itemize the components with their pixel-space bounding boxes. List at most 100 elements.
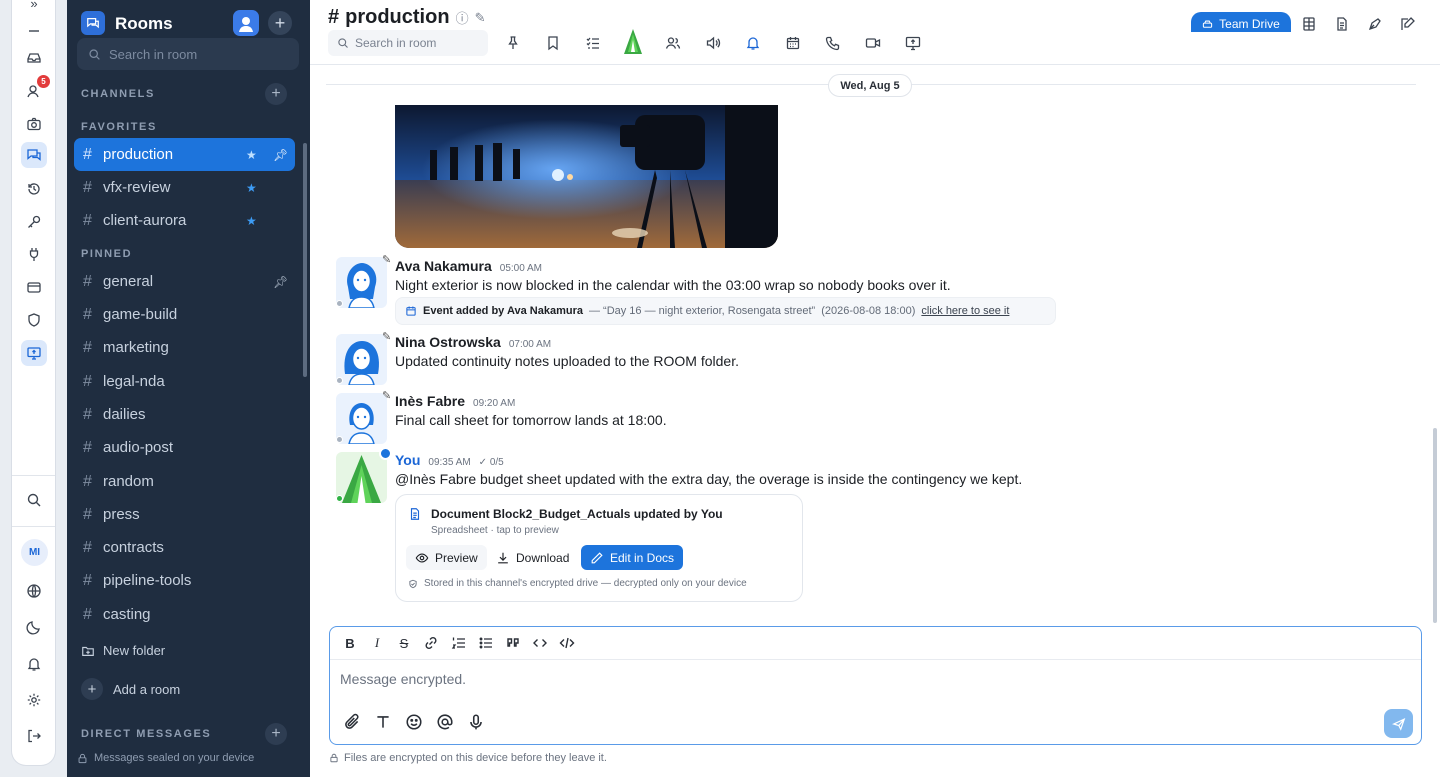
quote-icon[interactable] <box>505 635 521 651</box>
key-icon[interactable] <box>21 209 47 235</box>
star-icon[interactable]: ★ <box>246 214 257 228</box>
edit-in-docs-button[interactable]: Edit in Docs <box>581 545 684 570</box>
ordered-list-icon[interactable] <box>451 635 467 651</box>
user-avatar[interactable]: MI <box>21 539 48 566</box>
pin-icon[interactable]: 📌︎ <box>273 275 288 289</box>
italic-icon[interactable]: I <box>369 635 385 651</box>
edit-icon[interactable]: ✎ <box>382 253 391 266</box>
sidebar-scrollbar[interactable] <box>303 143 307 377</box>
avatar[interactable] <box>336 393 387 444</box>
chat-rooms-icon[interactable] <box>21 142 47 168</box>
shield-icon[interactable] <box>21 307 47 333</box>
room-search-input[interactable]: Search in room <box>328 30 488 56</box>
author-name[interactable]: Nina Ostrowska <box>395 334 501 350</box>
sidebar-item-production[interactable]: # production ★ 📌︎ <box>74 138 295 171</box>
globe-icon[interactable] <box>21 578 47 604</box>
message-scrollbar[interactable] <box>1433 428 1437 623</box>
strikethrough-icon[interactable]: S <box>396 635 412 651</box>
checklist-icon[interactable] <box>583 33 603 53</box>
draw-icon[interactable] <box>1367 16 1383 32</box>
sidebar-item-casting[interactable]: # casting <box>74 598 295 631</box>
app-logo-icon[interactable] <box>621 28 645 56</box>
team-drive-button[interactable]: Team Drive <box>1191 12 1291 32</box>
inbox-icon[interactable] <box>21 45 47 71</box>
sidebar-item-vfx-review[interactable]: # vfx-review ★ <box>74 171 295 204</box>
screen-share-icon[interactable] <box>903 33 923 53</box>
screen-share-icon[interactable] <box>21 340 47 366</box>
sidebar-item-press[interactable]: # press <box>74 498 295 531</box>
minus-icon[interactable] <box>21 18 47 44</box>
author-name[interactable]: You <box>395 452 420 468</box>
phone-icon[interactable] <box>823 33 843 53</box>
preview-button[interactable]: Preview <box>406 545 487 570</box>
message-image[interactable] <box>395 105 778 248</box>
sidebar-item-game-build[interactable]: # game-build <box>74 298 295 331</box>
sidebar-item-client-aurora[interactable]: # client-aurora ★ <box>74 204 295 237</box>
contacts-icon[interactable]: 5 <box>21 75 50 104</box>
pin-icon[interactable]: 📌︎ <box>273 148 288 162</box>
whiteboard-icon[interactable] <box>1400 16 1416 32</box>
history-icon[interactable] <box>21 176 47 202</box>
add-dm-button[interactable]: + <box>265 723 287 745</box>
new-folder-button[interactable]: New folder <box>81 643 165 658</box>
star-icon[interactable]: ★ <box>246 181 257 195</box>
code-icon[interactable] <box>532 635 548 651</box>
sidebar-item-audio-post[interactable]: # audio-post <box>74 431 295 464</box>
bookmark-icon[interactable] <box>543 33 563 53</box>
moon-icon[interactable] <box>21 614 47 640</box>
emoji-icon[interactable] <box>405 713 423 731</box>
sidebar-search-input[interactable]: Search in room <box>77 38 299 70</box>
spreadsheet-icon[interactable] <box>1301 16 1317 32</box>
card-icon[interactable] <box>21 274 47 300</box>
plug-icon[interactable] <box>21 241 47 267</box>
camera-icon[interactable] <box>21 111 47 137</box>
text-format-icon[interactable] <box>374 713 392 731</box>
logout-icon[interactable] <box>21 723 47 749</box>
attach-icon[interactable] <box>343 713 361 731</box>
add-room-button[interactable]: + Add a room <box>81 678 180 700</box>
bullet-list-icon[interactable] <box>478 635 494 651</box>
add-channel-button[interactable]: + <box>265 83 287 105</box>
sidebar-item-legal-nda[interactable]: # legal-nda <box>74 365 295 398</box>
bell-icon[interactable] <box>21 651 47 677</box>
mention-icon[interactable] <box>436 713 454 731</box>
message-input[interactable]: Message encrypted. <box>340 671 466 687</box>
sidebar-item-contracts[interactable]: # contracts <box>74 531 295 564</box>
settings-gear-icon[interactable] <box>21 687 47 713</box>
avatar[interactable] <box>336 452 387 503</box>
members-icon[interactable] <box>663 33 683 53</box>
sidebar-item-general[interactable]: # general 📌︎ <box>74 265 295 298</box>
create-button[interactable]: + <box>268 11 292 35</box>
edit-icon[interactable]: ✎ <box>475 10 486 26</box>
send-button[interactable] <box>1384 709 1413 738</box>
link-icon[interactable] <box>423 635 439 651</box>
chevrons-right-icon[interactable]: » <box>21 0 47 16</box>
event-link[interactable]: click here to see it <box>921 305 1009 317</box>
sidebar-item-dailies[interactable]: # dailies <box>74 398 295 431</box>
pin-icon[interactable] <box>503 33 523 53</box>
calendar-icon[interactable] <box>783 33 803 53</box>
author-name[interactable]: Ava Nakamura <box>395 258 492 274</box>
avatar[interactable] <box>336 334 387 385</box>
document-icon[interactable] <box>1334 16 1350 32</box>
download-button[interactable]: Download <box>487 545 579 570</box>
bold-icon[interactable]: B <box>342 635 358 651</box>
star-icon[interactable]: ★ <box>246 148 257 162</box>
volume-icon[interactable] <box>703 33 723 53</box>
sidebar-item-marketing[interactable]: # marketing <box>74 331 295 364</box>
video-icon[interactable] <box>863 33 883 53</box>
sidebar-item-random[interactable]: # random <box>74 465 295 498</box>
author-name[interactable]: Inès Fabre <box>395 393 465 409</box>
code-block-icon[interactable] <box>559 635 575 651</box>
sidebar-avatar[interactable] <box>233 10 259 36</box>
edit-icon[interactable]: ✎ <box>382 330 391 343</box>
search-icon[interactable] <box>21 487 47 513</box>
bell-icon[interactable] <box>743 33 763 53</box>
document-card[interactable]: Document Block2_Budget_Actuals updated b… <box>395 494 803 602</box>
info-icon[interactable]: ⓘ <box>456 8 469 27</box>
edit-icon[interactable]: ✎ <box>382 389 391 402</box>
avatar[interactable] <box>336 257 387 308</box>
microphone-icon[interactable] <box>467 713 485 731</box>
favorites-heading: FAVORITES <box>81 121 157 133</box>
sidebar-item-pipeline-tools[interactable]: # pipeline-tools <box>74 564 295 597</box>
